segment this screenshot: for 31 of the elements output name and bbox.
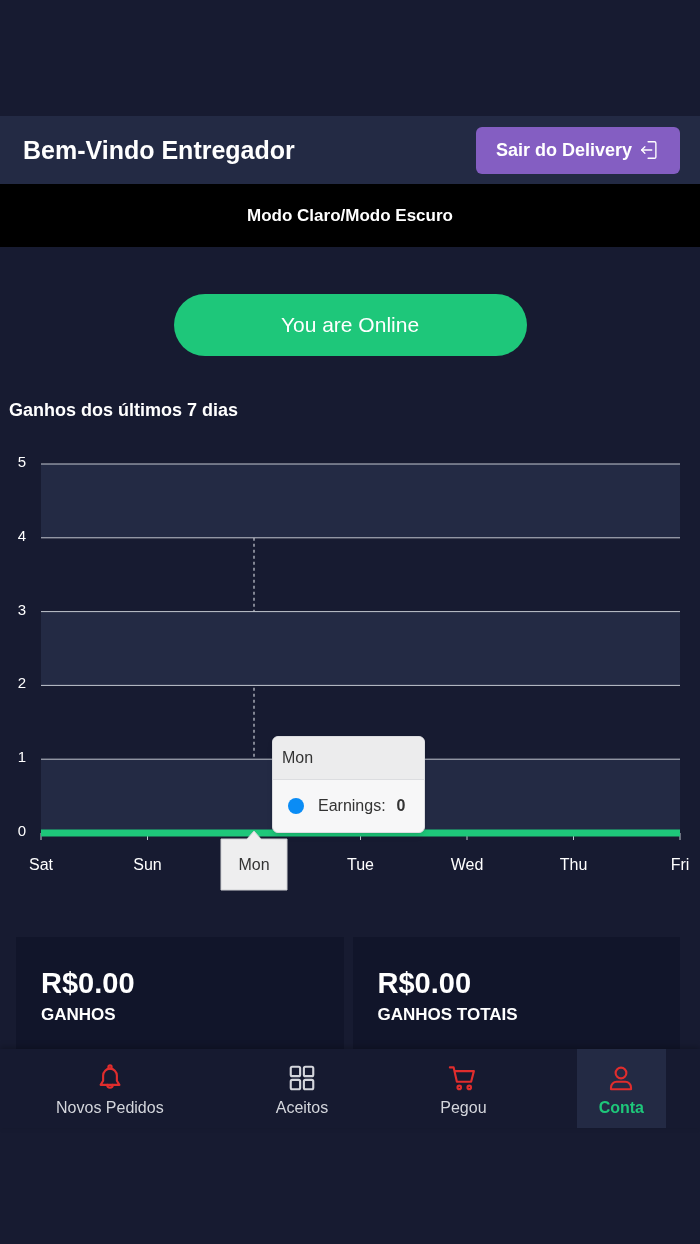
tooltip-value: 0: [396, 796, 406, 816]
exit-button[interactable]: Sair do Delivery: [475, 126, 680, 174]
x-tick-label: Mon: [238, 856, 270, 873]
crosshair-label: Mon: [220, 830, 288, 891]
app-title: Bem-Vindo Entregador: [23, 135, 295, 165]
stat-value: R$0.00: [41, 967, 136, 999]
x-axis-label: Sun: [133, 856, 162, 873]
tooltip-title: Mon: [273, 737, 424, 780]
y-axis-label: 3: [17, 600, 27, 618]
y-axis-label: 0: [17, 822, 27, 839]
y-axis-label: 4: [17, 526, 27, 544]
x-axis-label: Thu: [559, 856, 588, 873]
stat-label: GANHOS: [41, 1005, 117, 1025]
y-axis-label: 5: [17, 453, 27, 470]
nav-tab[interactable]: Conta: [576, 1049, 666, 1128]
x-axis-label: Tue: [347, 856, 374, 873]
x-axis-label: Fri: [670, 856, 690, 873]
x-axis-label: Wed: [450, 856, 484, 873]
tooltip-label: Earnings:: [318, 796, 386, 816]
theme-toggle-button[interactable]: Modo Claro/Modo Escuro: [0, 184, 700, 247]
nav-tab[interactable]: Aceitos: [253, 1049, 351, 1128]
stat-label: GANHOS TOTAIS: [377, 1005, 519, 1025]
x-axis-label: Sat: [29, 856, 53, 873]
nav-tab[interactable]: Novos Pedidos: [34, 1049, 186, 1128]
y-axis-label: 1: [17, 748, 27, 766]
y-axis-label: 2: [17, 674, 27, 692]
series-marker-icon: [288, 798, 304, 814]
logout-icon: [638, 139, 660, 161]
nav-tab[interactable]: Pegou: [418, 1049, 509, 1128]
chart-title: Ganhos dos últimos 7 dias: [9, 399, 240, 421]
stat-value: R$0.00: [377, 967, 472, 999]
